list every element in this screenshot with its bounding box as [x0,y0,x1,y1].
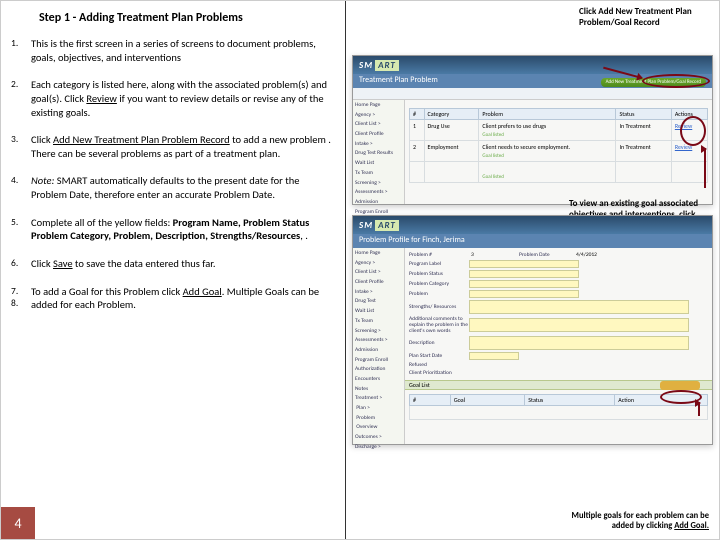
page-number: 4 [1,507,35,539]
sidenav-2: Home PageAgency >Client List >Client Pro… [353,248,405,444]
screenshot-treatment-plan-problem: SMART Treatment Plan Problem Home PageAg… [352,55,713,205]
callout-bottom: Multiple goals for each problem can be a… [549,511,709,531]
panel-title-2: Problem Profile for Finch, Jerima [353,234,712,248]
screenshot-problem-profile: SMART Problem Profile for Finch, Jerima … [352,215,713,445]
arrow-review-vert [704,148,706,188]
oval-review [680,116,706,146]
smart-logo-2: SMART [353,216,712,234]
callout-top: Click Add New Treatment Plan Problem/Goa… [579,7,709,29]
problem-table: #CategoryProblemStatusActions 1Drug UseC… [409,108,708,183]
content-1: Add New Treatment Plan Problem/Goal Reco… [405,100,712,204]
screenshots-column: Click Add New Treatment Plan Problem/Goa… [346,1,719,539]
instruction-column: Step 1 - Adding Treatment Plan Problems … [1,1,346,539]
step-title: Step 1 - Adding Treatment Plan Problems [39,11,333,25]
content-2: Problem #3Problem Date4/4/2012Program La… [405,248,712,444]
arrow-add-goal [698,402,700,416]
oval-add-button [642,74,710,88]
smart-logo: SMART [353,56,712,74]
instruction-list: 1.This is the first screen in a series o… [11,37,333,312]
add-goal-button[interactable] [660,381,700,390]
sidenav-1: Home PageAgency >Client List >Client Pro… [353,100,405,204]
toolbar-1 [353,88,712,100]
